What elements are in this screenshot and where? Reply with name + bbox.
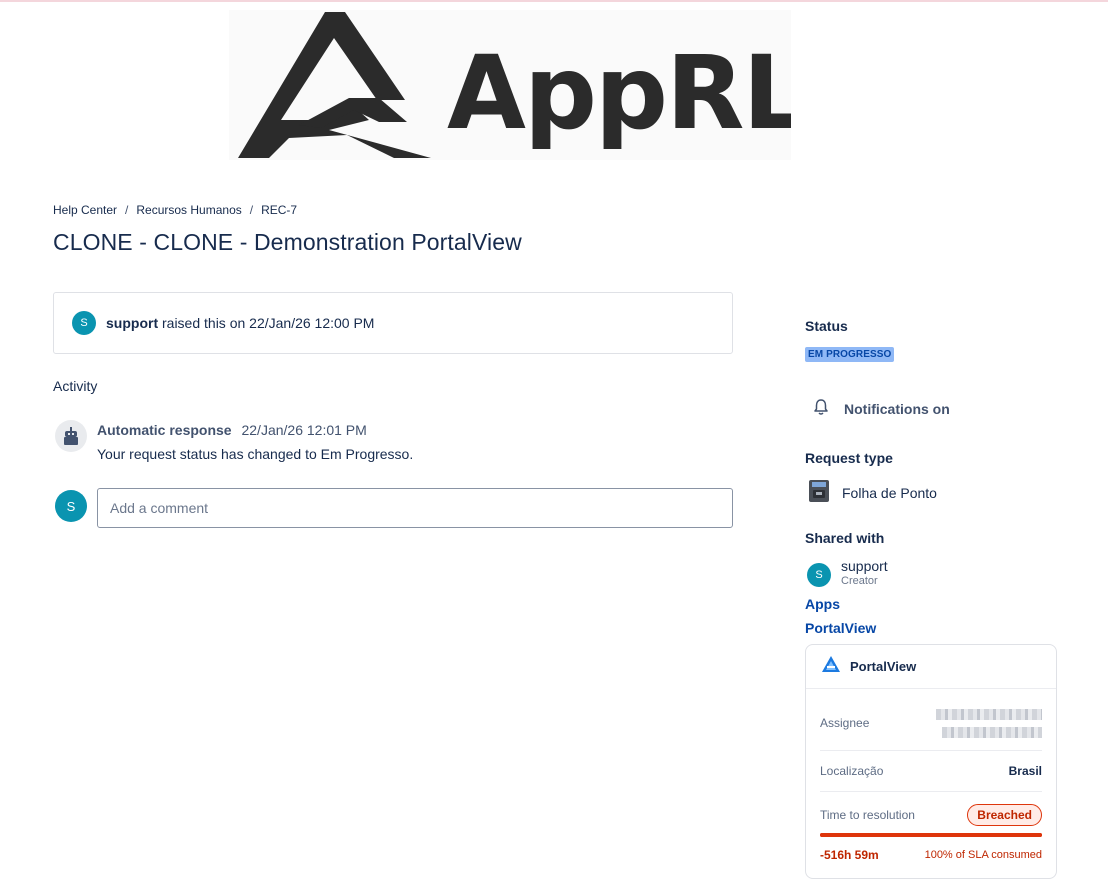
apprl-logo-graphic: AppRL <box>238 12 791 158</box>
shared-user: S support Creator <box>807 558 888 587</box>
status-badge: EM PROGRESSO <box>805 347 895 362</box>
comment-avatar: S <box>55 490 87 522</box>
notifications-toggle[interactable]: Notifications on <box>812 398 950 419</box>
time-to-resolution-label: Time to resolution <box>820 808 915 822</box>
breadcrumb: Help Center / Recursos Humanos / REC-7 <box>53 203 297 217</box>
add-comment-input[interactable] <box>97 488 733 528</box>
avatar: S <box>72 311 96 335</box>
sla-consumed-text: 100% of SLA consumed <box>924 849 1042 861</box>
divider <box>820 750 1042 751</box>
breadcrumb-help-center[interactable]: Help Center <box>53 203 117 217</box>
localizacao-row: Localização Brasil <box>820 761 1042 781</box>
breadcrumb-separator: / <box>125 203 129 217</box>
shared-user-role: Creator <box>841 575 878 587</box>
assignee-blurred-value <box>936 704 1042 742</box>
apps-label: Apps <box>805 596 840 612</box>
assignee-label: Assignee <box>820 716 870 730</box>
page-title: CLONE - CLONE - Demonstration PortalView <box>53 229 522 255</box>
notifications-label: Notifications on <box>844 400 950 417</box>
time-to-resolution-row: Time to resolution Breached <box>820 802 1042 828</box>
breadcrumb-separator: / <box>249 203 254 217</box>
sla-progress-fill <box>820 833 1042 837</box>
localizacao-value: Brasil <box>1008 764 1042 778</box>
portalview-card: PortalView Assignee Localização Brasil T… <box>805 644 1057 879</box>
portalview-card-title: PortalView <box>850 659 917 674</box>
assignee-row: Assignee <box>820 703 1042 743</box>
activity-heading: Activity <box>53 378 98 394</box>
activity-meta: Automatic response 22/Jan/26 12:01 PM <box>97 422 367 438</box>
breadcrumb-recursos-humanos[interactable]: Recursos Humanos <box>136 203 241 217</box>
divider <box>820 791 1042 792</box>
activity-time: 22/Jan/26 12:01 PM <box>241 422 367 438</box>
breadcrumb-request-key[interactable]: REC-7 <box>261 203 297 217</box>
top-border-line <box>0 0 1108 2</box>
shared-user-name: support <box>841 558 888 574</box>
activity-message: Your request status has changed to Em Pr… <box>97 446 414 462</box>
portalview-app-link[interactable]: PortalView <box>805 620 876 636</box>
request-type-value: Folha de Ponto <box>842 484 937 501</box>
breached-badge: Breached <box>967 804 1042 826</box>
raised-info: support raised this on 22/Jan/26 12:00 P… <box>106 315 374 331</box>
request-type-label: Request type <box>805 450 893 466</box>
shared-with-label: Shared with <box>805 530 885 546</box>
avatar: S <box>807 563 831 587</box>
activity-author: Automatic response <box>97 422 232 438</box>
bell-icon <box>812 398 830 419</box>
sla-progress-bar <box>820 833 1042 837</box>
portalview-card-header: PortalView <box>806 645 1056 689</box>
company-logo[interactable]: AppRL <box>229 10 791 160</box>
sla-time-value: -516h 59m <box>820 848 879 862</box>
portalview-logo-icon <box>822 656 840 677</box>
raised-date-text: raised this on 22/Jan/26 12:00 PM <box>162 315 375 331</box>
timeclock-icon <box>808 479 830 506</box>
robot-icon <box>55 420 87 452</box>
request-raised-card: S support raised this on 22/Jan/26 12:00… <box>53 292 733 354</box>
status-label: Status <box>805 318 848 334</box>
localizacao-label: Localização <box>820 764 884 778</box>
raised-author: support <box>106 315 159 331</box>
request-type: Folha de Ponto <box>808 479 937 506</box>
logo-wordmark: AppRL <box>447 34 791 153</box>
sla-footer: -516h 59m 100% of SLA consumed <box>820 848 1042 862</box>
